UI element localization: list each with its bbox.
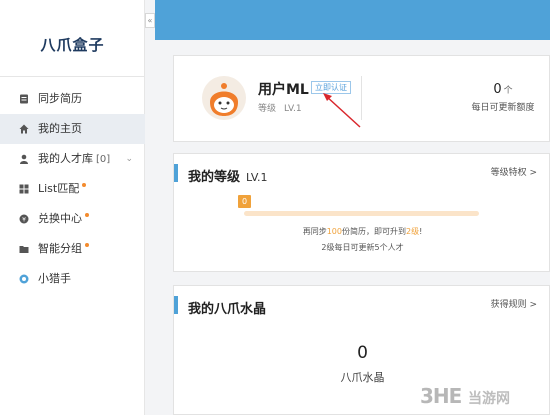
tip-text: ! (419, 227, 423, 236)
level-progress-bar (244, 211, 479, 216)
section-accent-bar (174, 164, 178, 182)
annotation-arrow-icon (323, 93, 361, 128)
sidebar-item-label: 小猎手 (38, 272, 71, 285)
exchange-icon: ¥ (19, 214, 29, 224)
level-value: LV.1 (246, 171, 268, 184)
user-level: 等级 LV.1 (258, 101, 302, 114)
sidebar-item-my-home[interactable]: 我的主页 (0, 114, 145, 144)
quota-unit: 个 (503, 86, 513, 96)
hunter-icon (19, 274, 29, 284)
watermark-logo: 3HE (420, 384, 462, 408)
section-title-text: 我的等级 (188, 170, 241, 185)
sidebar-item-label: 我的人才库 (38, 152, 93, 165)
sidebar-item-smart-group[interactable]: 智能分组 (0, 234, 145, 264)
avatar[interactable] (202, 76, 246, 120)
svg-text:¥: ¥ (22, 217, 26, 224)
sidebar-nav: 同步简历 我的主页 我的人才库 [0] ⌄ List匹配 ¥ 兑换中心 智能分组… (0, 84, 145, 294)
sidebar-item-sync-resume[interactable]: 同步简历 (0, 84, 145, 114)
sidebar-item-label: 同步简历 (38, 92, 82, 105)
sidebar-item-label: List匹配 (38, 182, 80, 195)
daily-quota: 0个 每日可更新额度 (457, 78, 549, 113)
sidebar-item-label: 我的主页 (38, 122, 82, 135)
sidebar: 八爪盒子 同步简历 我的主页 我的人才库 [0] ⌄ List匹配 ¥ 兑换中心… (0, 0, 145, 415)
progress-badge: 0 (238, 195, 251, 208)
tip-text: 份简历，即可升到 (341, 227, 406, 236)
sidebar-item-talent-pool[interactable]: 我的人才库 [0] ⌄ (0, 144, 145, 174)
level-value: LV.1 (284, 104, 302, 114)
tip-count: 100 (326, 227, 342, 236)
collapse-sidebar-button[interactable]: « (145, 13, 155, 28)
watermark: 3HE 当游网 (420, 382, 550, 412)
divider (0, 76, 145, 77)
sidebar-item-label: 兑换中心 (38, 212, 82, 225)
new-dot (85, 243, 89, 247)
resume-icon (19, 94, 29, 104)
grid-icon (19, 184, 29, 194)
quota-value: 0 (493, 82, 502, 97)
tip-text: 再同步 (302, 227, 327, 236)
sidebar-item-hunter[interactable]: 小猎手 (0, 264, 145, 294)
top-header-bar (155, 0, 550, 40)
earn-rules-link[interactable]: 获得规则 > (491, 297, 537, 310)
crystal-section-title: 我的八爪水晶 (188, 302, 267, 317)
tip-target: 2级 (405, 227, 420, 236)
level-benefit-tip: 2级每日可更新5个人才 (321, 243, 404, 252)
app-logo[interactable]: 八爪盒子 (0, 34, 145, 55)
watermark-text: 当游网 (468, 391, 510, 407)
sidebar-item-list-match[interactable]: List匹配 (0, 174, 145, 204)
level-label: 等级 (258, 104, 277, 114)
new-dot (85, 213, 89, 217)
person-icon (19, 154, 29, 164)
chevron-down-icon[interactable]: ⌄ (125, 144, 133, 174)
level-card: 我的等级 LV.1 等级特权 > 0 再同步100份简历，即可升到2级! 2级每日… (173, 153, 550, 272)
talent-count: [0] (96, 154, 111, 165)
sidebar-item-exchange[interactable]: ¥ 兑换中心 (0, 204, 145, 234)
home-icon (19, 124, 29, 134)
folder-icon (19, 244, 29, 254)
section-accent-bar (174, 296, 178, 314)
username: 用户ML (258, 82, 309, 98)
crystal-value: 0 (357, 343, 368, 363)
new-dot (82, 183, 87, 187)
quota-label: 每日可更新额度 (471, 103, 535, 113)
sidebar-item-label: 智能分组 (38, 242, 82, 255)
level-section-title: 我的等级 LV.1 (188, 166, 268, 185)
upgrade-tip: 再同步100份简历，即可升到2级! (174, 226, 550, 237)
level-privileges-link[interactable]: 等级特权 > (491, 165, 537, 178)
